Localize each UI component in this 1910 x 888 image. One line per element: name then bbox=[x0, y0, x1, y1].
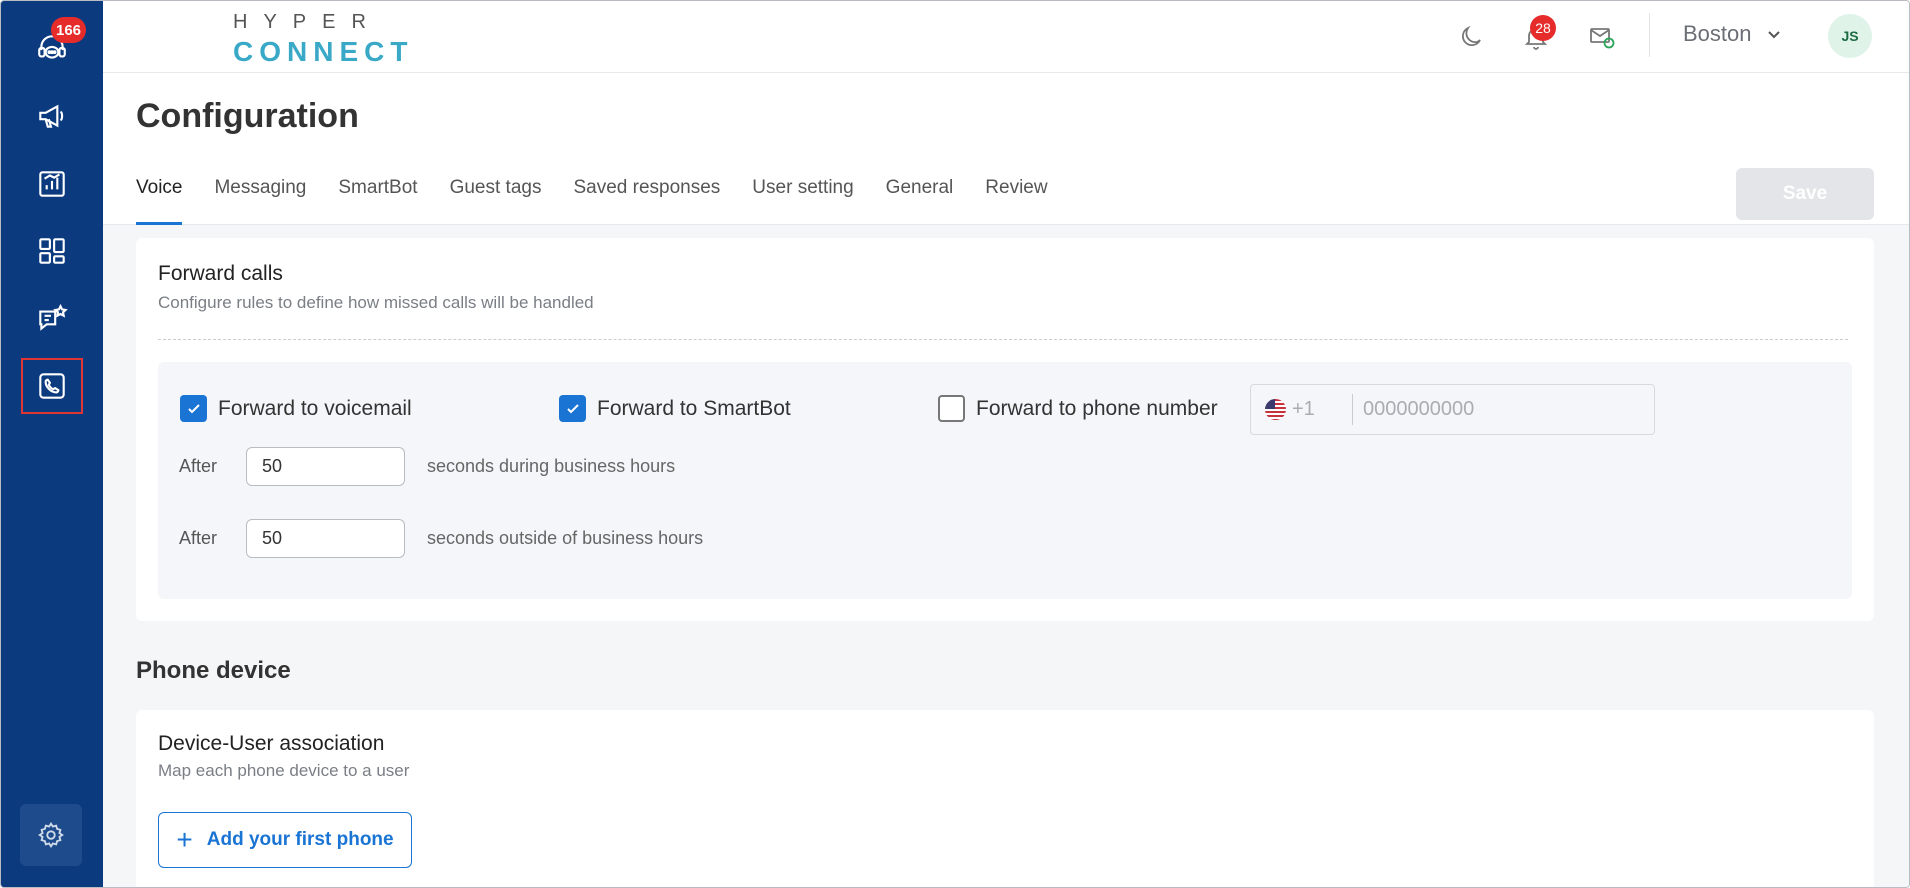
reviews-button[interactable] bbox=[21, 291, 83, 347]
hyperconnect-logo: HYPER CONNECT bbox=[233, 11, 407, 67]
dark-mode-toggle[interactable] bbox=[1451, 17, 1491, 57]
add-phone-label: Add your first phone bbox=[206, 829, 394, 850]
phone-field-divider bbox=[1352, 394, 1353, 425]
tab-user-setting[interactable]: User setting bbox=[752, 173, 853, 225]
tab-voice[interactable]: Voice bbox=[136, 173, 183, 225]
main-content: Forward calls Configure rules to define … bbox=[103, 225, 1909, 887]
forward-calls-subtitle: Configure rules to define how missed cal… bbox=[158, 293, 594, 312]
checkmark-icon bbox=[566, 403, 579, 413]
us-flag-icon bbox=[1265, 399, 1286, 420]
device-user-title: Device-User association bbox=[158, 732, 385, 755]
reports-icon bbox=[39, 171, 65, 197]
logo-bottom-text: CONNECT bbox=[233, 36, 414, 67]
forward-options-panel: Forward to voicemail Forward to SmartBot… bbox=[158, 362, 1852, 599]
country-code[interactable]: +1 bbox=[1292, 398, 1352, 421]
logo-top-text: HYPER bbox=[233, 11, 382, 33]
mail-sync-icon bbox=[1590, 28, 1615, 49]
gear-icon bbox=[38, 822, 64, 848]
reports-button[interactable] bbox=[21, 156, 83, 212]
sidebar: 166 bbox=[1, 1, 103, 887]
plus-icon: + bbox=[176, 824, 193, 855]
top-bar: HYPER CONNECT bbox=[103, 1, 1909, 73]
config-tabs: Voice Messaging SmartBot Guest tags Save… bbox=[136, 173, 1048, 225]
forward-smartbot-option[interactable]: Forward to SmartBot bbox=[559, 395, 791, 422]
dashed-divider bbox=[158, 339, 1848, 340]
mail-sync-button[interactable] bbox=[1582, 17, 1622, 57]
tab-review[interactable]: Review bbox=[985, 173, 1047, 225]
support-count-badge: 166 bbox=[51, 17, 87, 43]
outside-hours-seconds-input[interactable]: 50 bbox=[246, 519, 405, 558]
forward-calls-title: Forward calls bbox=[158, 262, 283, 285]
tab-general[interactable]: General bbox=[886, 173, 954, 225]
checkmark-icon bbox=[187, 403, 200, 413]
voicemail-checkbox[interactable] bbox=[180, 395, 207, 422]
save-button[interactable]: Save bbox=[1736, 168, 1874, 220]
add-first-phone-button[interactable]: + Add your first phone bbox=[158, 812, 412, 868]
business-hours-desc: seconds during business hours bbox=[427, 456, 676, 476]
megaphone-icon bbox=[39, 104, 64, 128]
location-selector[interactable]: Boston bbox=[1683, 21, 1782, 47]
page-title: Configuration bbox=[136, 97, 359, 135]
voicemail-label: Forward to voicemail bbox=[218, 396, 412, 420]
apps-button[interactable] bbox=[21, 223, 83, 279]
reviews-chat-icon bbox=[39, 303, 68, 331]
device-user-card: Device-User association Map each phone d… bbox=[136, 710, 1874, 887]
apps-grid-icon bbox=[39, 238, 65, 264]
chevron-down-icon bbox=[1767, 31, 1780, 39]
outside-hours-desc: seconds outside of business hours bbox=[427, 528, 704, 548]
after-label: After bbox=[179, 456, 218, 476]
location-label: Boston bbox=[1683, 21, 1752, 46]
tab-guest-tags[interactable]: Guest tags bbox=[450, 173, 542, 225]
moon-icon bbox=[1461, 25, 1481, 47]
business-hours-seconds-input[interactable]: 50 bbox=[246, 447, 405, 486]
tab-messaging[interactable]: Messaging bbox=[214, 173, 306, 225]
forward-calls-card: Forward calls Configure rules to define … bbox=[136, 238, 1874, 621]
page-header: Configuration Voice Messaging SmartBot G… bbox=[103, 73, 1909, 225]
tab-smartbot[interactable]: SmartBot bbox=[338, 173, 417, 225]
forward-voicemail-option[interactable]: Forward to voicemail bbox=[180, 395, 412, 422]
phone-icon bbox=[39, 373, 65, 399]
phone-number-checkbox[interactable] bbox=[938, 395, 965, 422]
after-label: After bbox=[179, 528, 218, 548]
phone-number-placeholder: 0000000000 bbox=[1363, 398, 1475, 420]
user-avatar[interactable]: JS bbox=[1828, 14, 1872, 58]
notifications-badge: 28 bbox=[1530, 15, 1556, 41]
smartbot-checkbox[interactable] bbox=[559, 395, 586, 422]
phone-device-title: Phone device bbox=[136, 657, 291, 684]
business-hours-row: After 50 seconds during business hours bbox=[179, 447, 675, 486]
topbar-divider bbox=[1649, 13, 1650, 57]
campaigns-button[interactable] bbox=[21, 88, 83, 144]
phone-number-label: Forward to phone number bbox=[976, 396, 1218, 420]
forward-phone-option[interactable]: Forward to phone number bbox=[938, 395, 1218, 422]
outside-hours-row: After 50 seconds outside of business hou… bbox=[179, 519, 703, 558]
device-user-subtitle: Map each phone device to a user bbox=[158, 761, 410, 780]
settings-button[interactable] bbox=[20, 804, 82, 866]
tab-saved-responses[interactable]: Saved responses bbox=[573, 173, 720, 225]
smartbot-label: Forward to SmartBot bbox=[597, 396, 791, 420]
app-window: 166 HYPER CONNECT 28 Boston JS Configura… bbox=[0, 0, 1910, 888]
voice-button[interactable] bbox=[21, 358, 83, 414]
phone-number-field[interactable]: +1 0000000000 bbox=[1250, 384, 1655, 435]
